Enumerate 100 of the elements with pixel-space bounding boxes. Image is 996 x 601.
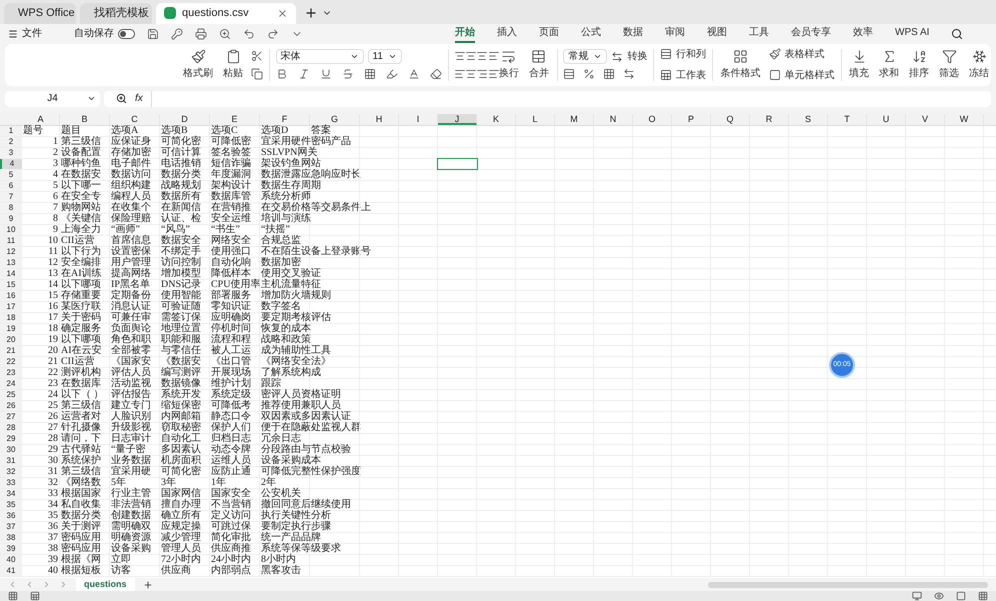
ribbon-tab[interactable]: 视图: [707, 24, 727, 43]
distribute-icon[interactable]: [488, 68, 500, 80]
row-header[interactable]: 33: [0, 478, 22, 488]
column-header[interactable]: G: [310, 114, 360, 125]
browser-tab[interactable]: questions.csv: [156, 2, 296, 24]
column-header[interactable]: J: [438, 114, 477, 125]
font-field[interactable]: 宋体: [276, 49, 364, 64]
underline-icon[interactable]: [320, 68, 332, 80]
highlight-icon[interactable]: [386, 68, 398, 80]
row-header[interactable]: 21: [0, 346, 22, 356]
rows-columns-button[interactable]: 行和列: [660, 46, 706, 62]
autosave-switch[interactable]: [118, 28, 135, 39]
column-header[interactable]: R: [750, 114, 789, 125]
border-icon[interactable]: [364, 68, 376, 80]
row-header[interactable]: 31: [0, 456, 22, 466]
row-header[interactable]: 36: [0, 510, 22, 521]
align-left-icon[interactable]: [454, 68, 466, 80]
row-header[interactable]: 34: [0, 488, 22, 499]
browser-tab[interactable]: WPS Office: [4, 2, 76, 24]
row-header[interactable]: 37: [0, 522, 22, 532]
column-header[interactable]: A: [22, 114, 60, 125]
ribbon-tab[interactable]: 公式: [581, 24, 601, 43]
format-painter-button[interactable]: 格式刷: [181, 48, 215, 81]
row-header[interactable]: 15: [0, 280, 22, 290]
column-header[interactable]: M: [555, 114, 594, 125]
column-header[interactable]: E: [210, 114, 260, 125]
column-header[interactable]: S: [789, 114, 828, 125]
column-header[interactable]: Q: [711, 114, 750, 125]
row-header[interactable]: 13: [0, 258, 22, 268]
row-header[interactable]: 3: [0, 148, 22, 158]
column-header[interactable]: O: [633, 114, 672, 125]
sum-button[interactable]: 求和: [877, 48, 902, 81]
sheet-tab[interactable]: questions: [76, 578, 135, 592]
align-bottom-icon[interactable]: [476, 50, 488, 62]
row-header[interactable]: 2: [0, 136, 22, 147]
preview-icon[interactable]: [219, 28, 231, 40]
fill-button[interactable]: 填充: [847, 48, 872, 81]
row-header[interactable]: 32: [0, 466, 22, 477]
column-header[interactable]: C: [110, 114, 160, 125]
row-header[interactable]: 40: [0, 554, 22, 565]
row-header[interactable]: 24: [0, 378, 22, 389]
filter-button[interactable]: 筛选: [937, 48, 962, 81]
ribbon-tab[interactable]: 效率: [853, 24, 873, 43]
indent-icon[interactable]: [488, 50, 500, 62]
conditional-format-button[interactable]: 条件格式: [718, 48, 762, 81]
browser-tab[interactable]: 找稻壳模板: [80, 2, 152, 24]
name-box[interactable]: J4: [5, 90, 100, 107]
wrap-button[interactable]: 换行: [496, 48, 521, 81]
cell-style-button[interactable]: 单元格样式: [768, 68, 834, 83]
strikethrough-icon[interactable]: [342, 68, 354, 80]
ribbon-tab[interactable]: 页面: [539, 24, 559, 43]
row-header[interactable]: 25: [0, 390, 22, 400]
paste-button[interactable]: 粘贴: [221, 48, 245, 81]
column-header[interactable]: H: [360, 114, 399, 125]
horizontal-scrollbar[interactable]: [708, 582, 988, 588]
row-header[interactable]: 22: [0, 356, 22, 367]
redo-icon[interactable]: [267, 28, 279, 40]
save-icon[interactable]: [147, 28, 159, 40]
number-format-field[interactable]: 常规: [563, 49, 608, 64]
row-header[interactable]: 39: [0, 544, 22, 554]
eraser-icon[interactable]: [430, 68, 442, 80]
row-header[interactable]: 26: [0, 400, 22, 411]
row-header[interactable]: 8: [0, 202, 22, 213]
row-header[interactable]: 23: [0, 368, 22, 378]
ribbon-tab[interactable]: WPS AI: [895, 24, 930, 43]
row-header[interactable]: 28: [0, 422, 22, 433]
row-header[interactable]: 16: [0, 290, 22, 301]
merge-button[interactable]: 合并: [526, 48, 551, 81]
ribbon-tab[interactable]: 会员专享: [791, 24, 831, 43]
row-header[interactable]: 20: [0, 334, 22, 345]
key-icon[interactable]: [171, 28, 183, 40]
freeze-button[interactable]: 冻结: [967, 48, 992, 81]
sort-button[interactable]: 排序: [907, 48, 932, 81]
align-center-icon[interactable]: [465, 68, 478, 80]
row-header[interactable]: 5: [0, 170, 22, 180]
file-menu[interactable]: 文件: [8, 26, 42, 42]
align-middle-icon[interactable]: [465, 50, 478, 62]
row-header[interactable]: 19: [0, 324, 22, 334]
row-header[interactable]: 7: [0, 192, 22, 202]
active-cell[interactable]: [438, 158, 477, 169]
align-right-icon[interactable]: [476, 68, 488, 80]
row-header[interactable]: 12: [0, 246, 22, 257]
copy-icon[interactable]: [251, 68, 263, 80]
row-header[interactable]: 30: [0, 444, 22, 455]
column-header[interactable]: F: [260, 114, 310, 125]
function-label[interactable]: fx: [135, 91, 143, 106]
column-header[interactable]: N: [594, 114, 633, 125]
row-header[interactable]: 14: [0, 268, 22, 279]
row-header[interactable]: 18: [0, 312, 22, 323]
column-header[interactable]: W: [945, 114, 984, 125]
row-header[interactable]: 1: [0, 126, 22, 136]
column-header[interactable]: D: [160, 114, 210, 125]
column-header[interactable]: P: [672, 114, 711, 125]
column-header[interactable]: K: [477, 114, 516, 125]
print-icon[interactable]: [195, 28, 207, 40]
column-header[interactable]: U: [867, 114, 906, 125]
cut-icon[interactable]: [251, 50, 263, 62]
font-size-field[interactable]: 11: [368, 49, 402, 64]
row-header[interactable]: 9: [0, 214, 22, 224]
row-header[interactable]: 6: [0, 180, 22, 191]
